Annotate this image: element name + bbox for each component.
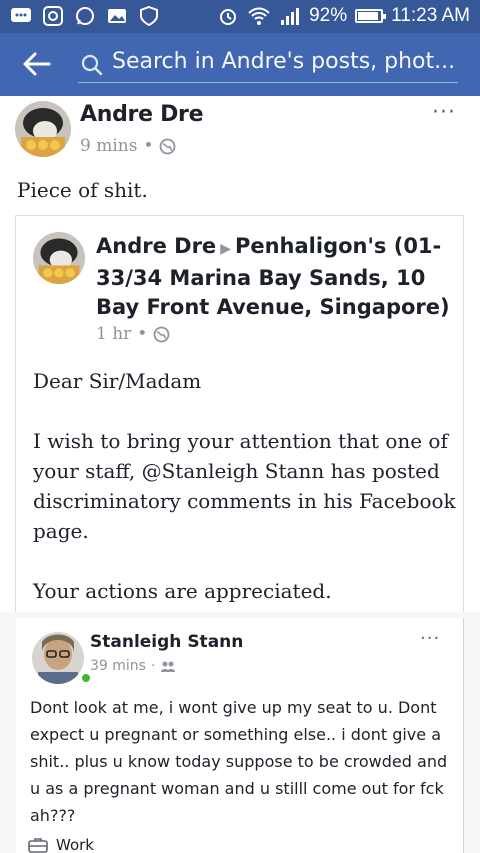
work-info: Work: [28, 836, 94, 853]
screenshot-author-avatar: [32, 632, 84, 684]
shared-author-avatar[interactable]: [33, 232, 85, 284]
post-text: Piece of shit.: [17, 178, 148, 202]
shared-paragraph: I wish to bring your attention that one …: [33, 429, 456, 543]
meta-separator: •: [143, 136, 154, 156]
status-bar-notifications: [10, 6, 160, 26]
shared-paragraph: Your actions are appreciated.: [33, 579, 332, 603]
photos-icon: [108, 9, 126, 23]
search-icon: [81, 54, 103, 76]
screenshot-author-name: Stanleigh Stann: [90, 632, 244, 652]
shared-paragraph: Dear Sir/Madam: [33, 369, 202, 393]
clock: 11:23 AM: [391, 5, 470, 26]
screenshot-post-card: Stanleigh Stann 39 mins · ··· Dont look …: [16, 618, 464, 853]
shared-post-card[interactable]: Andre Dre ▶ Penhaligon's (01-33/34 Marina …: [15, 215, 464, 615]
briefcase-icon: [28, 838, 48, 853]
author-name[interactable]: Andre Dre: [80, 102, 204, 127]
post-meta: 9 mins •: [80, 136, 176, 156]
shield-icon: [140, 6, 158, 26]
screenshot-post-time: 39 mins: [90, 658, 146, 674]
post-time[interactable]: 9 mins: [80, 136, 137, 156]
caret-right-icon: ▶: [220, 241, 231, 257]
battery-percent: 92%: [309, 5, 348, 26]
screenshot-options-icon: ···: [420, 628, 441, 649]
signal-icon: [281, 8, 300, 25]
friends-icon: [161, 661, 176, 672]
shared-post-body: Dear Sir/Madam I wish to bring your atte…: [33, 366, 458, 636]
battery-icon: [355, 9, 387, 23]
cat-avatar-image: [15, 101, 71, 157]
post-options-icon[interactable]: ···: [432, 100, 456, 125]
shared-post-time[interactable]: 1 hr: [96, 324, 131, 344]
meta-separator: ·: [150, 658, 156, 674]
shared-post-meta: 1 hr •: [96, 324, 170, 344]
globe-icon: [153, 326, 170, 342]
shared-author-name[interactable]: Andre Dre: [96, 234, 216, 258]
shared-post-header: Andre Dre ▶ Penhaligon's (01-33/34 Marina …: [96, 232, 456, 322]
screenshot-post-meta: 39 mins ·: [90, 658, 176, 674]
attached-screenshot-image[interactable]: Stanleigh Stann 39 mins · ··· Dont look …: [0, 612, 480, 853]
work-label: Work: [56, 836, 94, 853]
wifi-icon: [248, 7, 270, 25]
alarm-icon: [220, 9, 237, 25]
cat-avatar-image: [33, 232, 85, 284]
author-avatar[interactable]: [15, 101, 71, 157]
status-bar: 92% 11:23 AM: [0, 0, 480, 33]
meta-separator: •: [137, 324, 148, 344]
search-placeholder: Search in Andre's posts, phot...: [112, 49, 456, 74]
instagram-icon: [43, 6, 63, 26]
globe-icon: [160, 138, 176, 154]
screenshot-post-text: Dont look at me, i wont give up my seat …: [30, 698, 448, 825]
search-input[interactable]: Search in Andre's posts, phot...: [78, 45, 458, 83]
app-bar: Search in Andre's posts, phot...: [0, 33, 480, 96]
back-arrow-icon[interactable]: [22, 51, 52, 77]
whatsapp-icon: [76, 7, 94, 25]
status-bar-system: 92% 11:23 AM: [217, 5, 470, 27]
person-avatar-image: [32, 632, 84, 684]
chat-icon: [11, 8, 31, 22]
